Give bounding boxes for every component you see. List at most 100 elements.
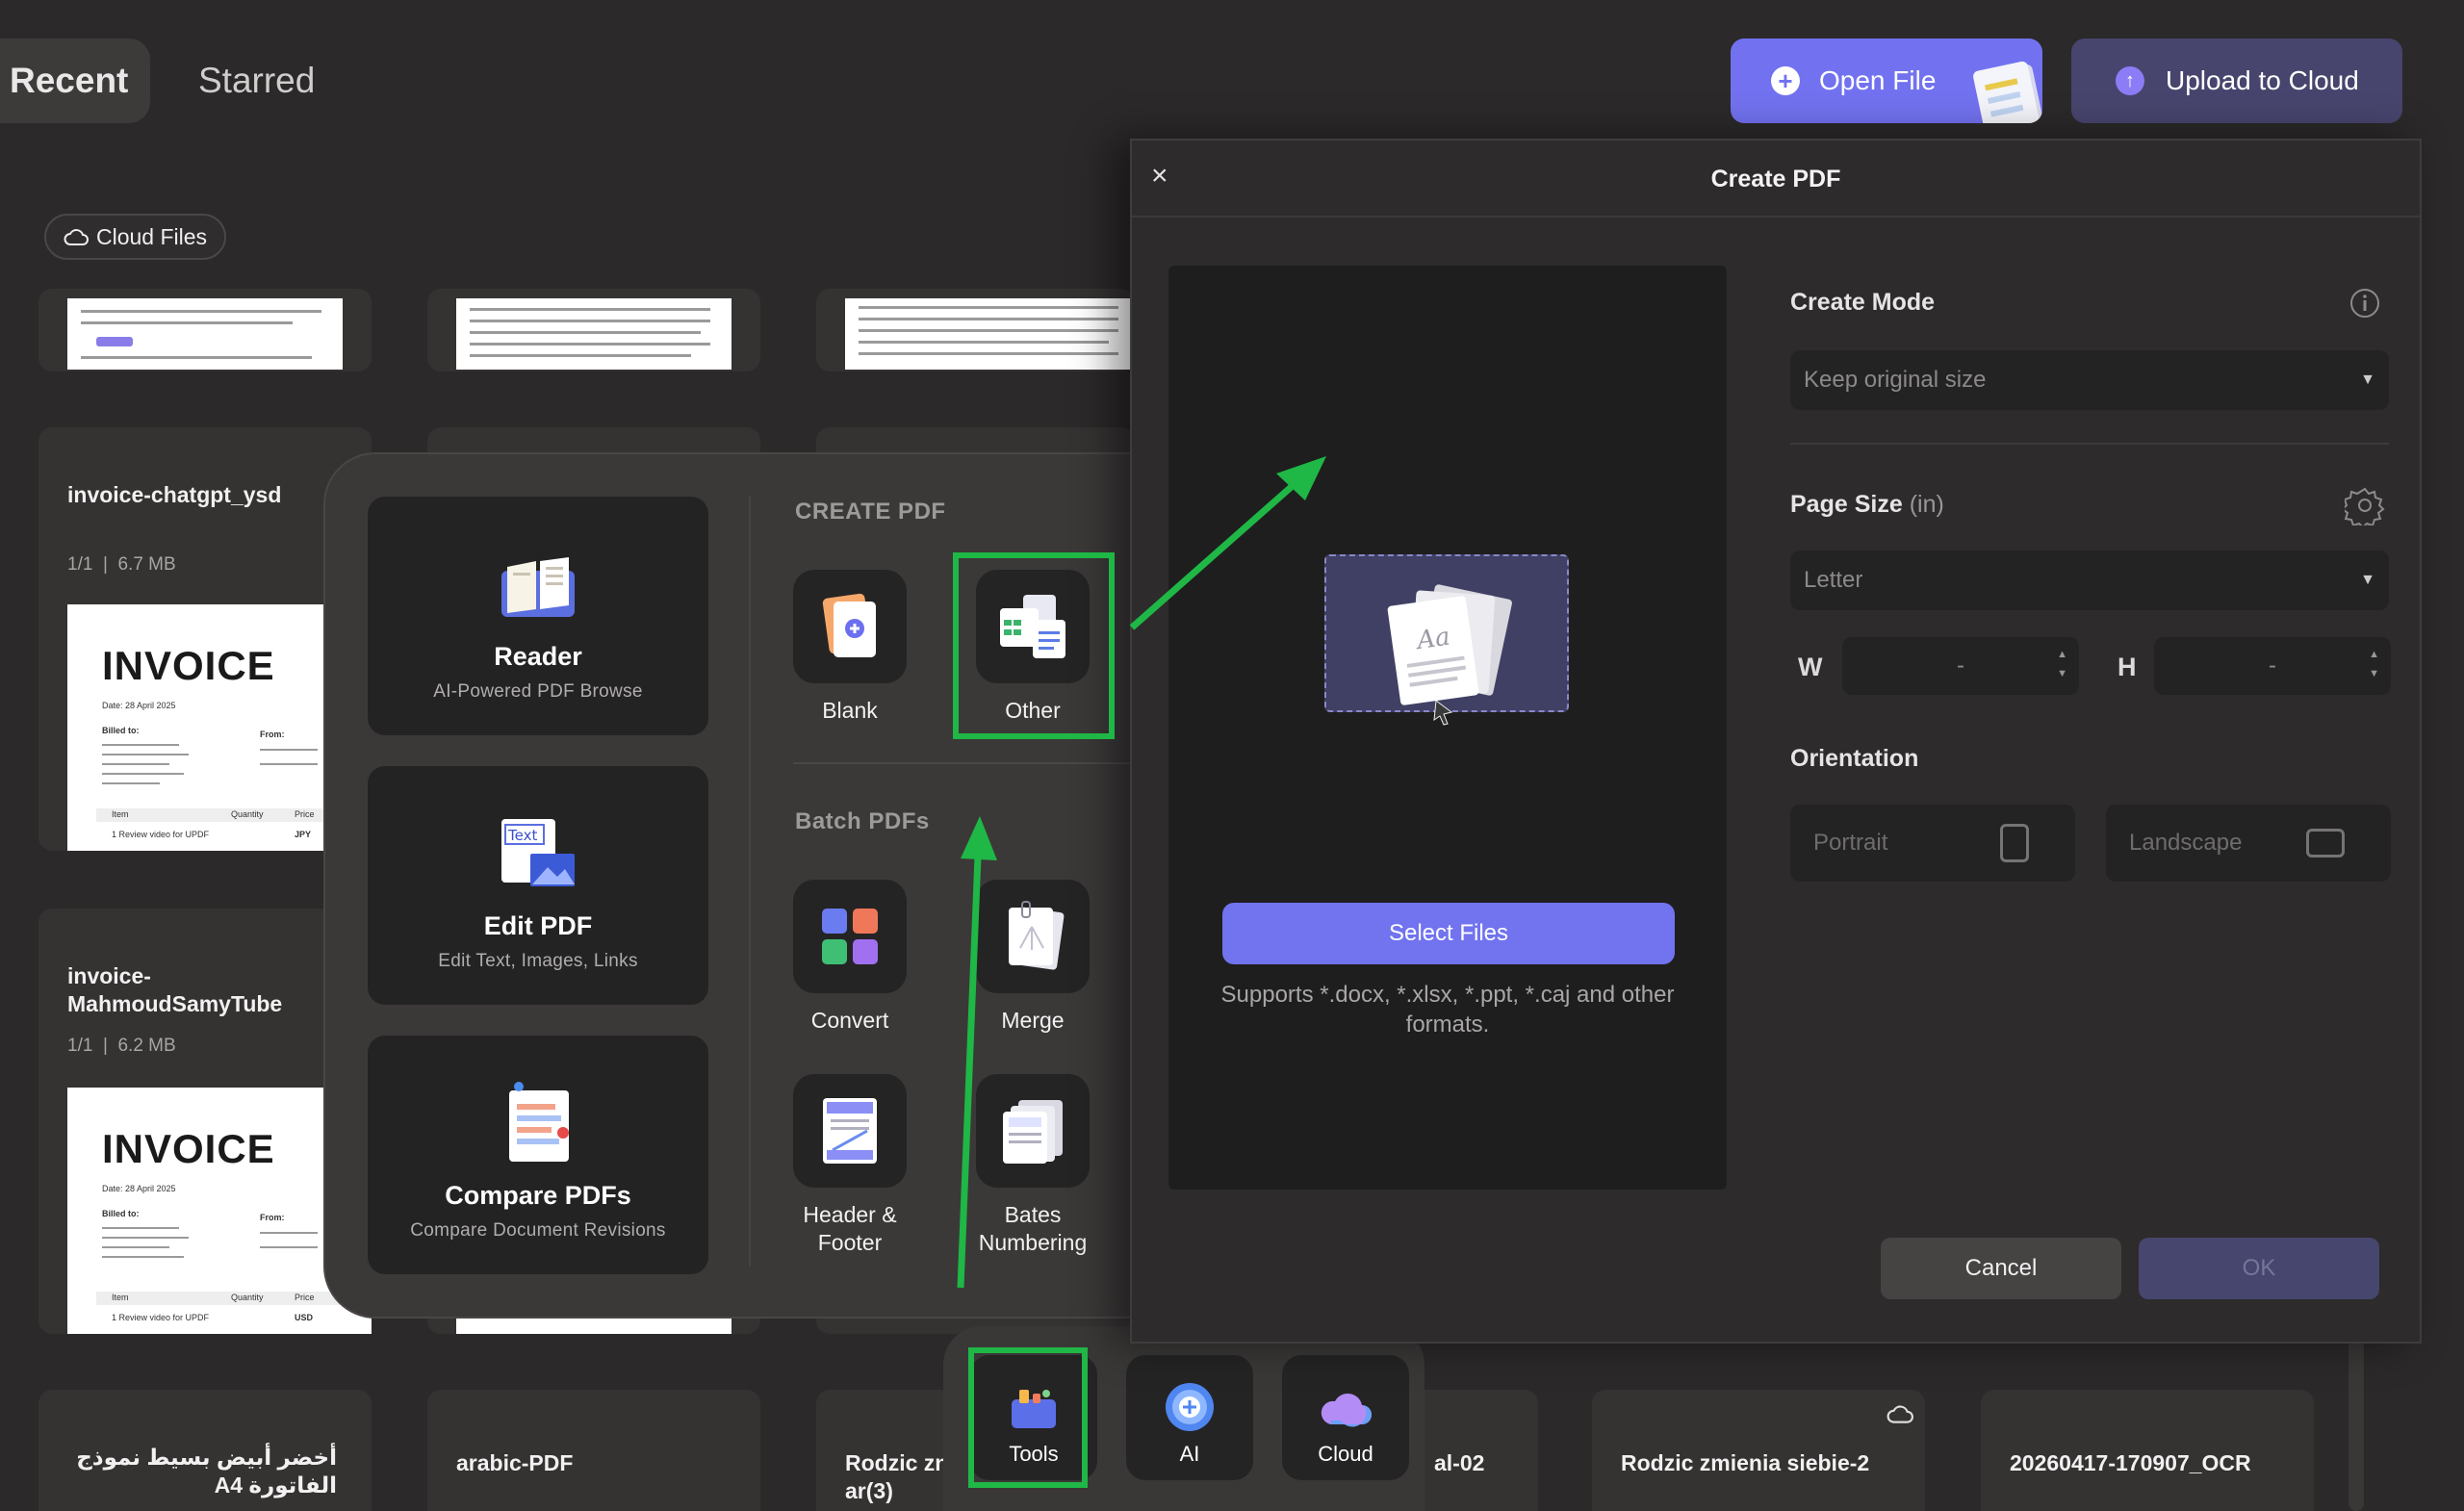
- page-size-label: Page Size (in): [1790, 491, 1944, 518]
- ok-button[interactable]: OK: [2139, 1238, 2379, 1299]
- stepper-icon[interactable]: ▲ ▼: [2057, 645, 2067, 683]
- ai-label: AI: [1179, 1442, 1200, 1466]
- compare-icon: [509, 1082, 569, 1162]
- header-footer-icon: [823, 1098, 877, 1164]
- ai-icon: [1166, 1383, 1214, 1431]
- create-mode-label: Create Mode: [1790, 289, 1936, 316]
- tab-recent[interactable]: Recent: [0, 38, 150, 123]
- cloud-files-label: Cloud Files: [96, 223, 208, 249]
- compare-title: Compare PDFs: [445, 1181, 631, 1210]
- cloud-files-filter[interactable]: Cloud Files: [44, 214, 227, 260]
- blank-label: Blank: [822, 698, 878, 723]
- cloud-icon: [1886, 1405, 1913, 1423]
- portrait-option[interactable]: Portrait: [1790, 805, 2075, 882]
- file-card[interactable]: [38, 289, 372, 371]
- cloud-label: Cloud: [1318, 1442, 1373, 1466]
- book-icon: [501, 557, 575, 617]
- convert-icon: [822, 909, 878, 964]
- merge-icon: [1009, 901, 1065, 970]
- portrait-page-icon: [2000, 824, 2029, 862]
- file-title: invoice-chatgpt_ysd: [67, 482, 282, 507]
- file-card-invoice-chatgpt[interactable]: invoice-chatgpt_ysd 1/1 | 6.7 MB INVOICE…: [38, 427, 372, 851]
- file-title: 20260417-170907_OCR: [2010, 1450, 2251, 1475]
- bates-numbering-label: Bates Numbering: [978, 1202, 1088, 1255]
- info-icon[interactable]: [2348, 287, 2381, 320]
- file-title: arabic-PDF: [456, 1450, 574, 1475]
- open-file-label: Open File: [1819, 65, 1937, 95]
- compare-pdfs-tile[interactable]: Compare PDFs Compare Document Revisions: [368, 1036, 708, 1274]
- edit-text-icon: Text: [501, 819, 575, 886]
- height-label: H: [2118, 653, 2137, 681]
- orientation-label: Orientation: [1790, 745, 1919, 772]
- file-title: أخضر أبيض بسيط نموذج الفاتورة A4: [76, 1445, 337, 1498]
- height-input[interactable]: - ▲ ▼: [2154, 637, 2391, 695]
- cancel-button[interactable]: Cancel: [1881, 1238, 2121, 1299]
- blank-tool[interactable]: Blank: [787, 570, 912, 725]
- convert-tool[interactable]: Convert: [787, 880, 912, 1035]
- divider: [1790, 443, 2389, 445]
- edit-pdf-subtitle: Edit Text, Images, Links: [438, 951, 638, 971]
- file-card[interactable]: [816, 289, 1134, 371]
- blank-page-icon: [822, 593, 876, 657]
- create-pdf-dialog: × Create PDF Aa Select Files Supports *.…: [1130, 139, 2422, 1344]
- reader-subtitle: AI-Powered PDF Browse: [433, 681, 643, 702]
- file-title: al-02: [1434, 1450, 1485, 1475]
- chevron-down-icon: ▼: [2360, 371, 2375, 388]
- file-drop-area[interactable]: Aa Select Files Supports *.docx, *.xlsx,…: [1168, 266, 1727, 1190]
- width-label: W: [1798, 653, 1823, 681]
- merge-label: Merge: [1001, 1008, 1065, 1033]
- dialog-title: Create PDF: [1710, 166, 1841, 192]
- file-card[interactable]: Rodzic zmienia siebie-2: [1592, 1390, 1925, 1511]
- file-thumbnail: [456, 298, 732, 370]
- supported-formats-text: Supports *.docx, *.xlsx, *.ppt, *.caj an…: [1220, 982, 1675, 1038]
- file-card[interactable]: 20260417-170907_OCR: [1981, 1390, 2314, 1511]
- open-file-button[interactable]: + Open File: [1731, 38, 2042, 123]
- file-title: Rodzic zmienia siebie-2: [1621, 1450, 1870, 1475]
- gear-icon[interactable]: [2345, 485, 2385, 525]
- file-meta: 1/1 | 6.2 MB: [67, 1036, 176, 1056]
- convert-label: Convert: [810, 1008, 889, 1033]
- file-thumbnail: [67, 298, 343, 370]
- reader-title: Reader: [494, 642, 582, 671]
- drop-zone[interactable]: Aa: [1324, 554, 1569, 726]
- document-deco-icon: [1971, 60, 2042, 123]
- batch-pdfs-heading: Batch PDFs: [795, 808, 930, 834]
- reader-tile[interactable]: Reader AI-Powered PDF Browse: [368, 497, 708, 735]
- stepper-icon[interactable]: ▲ ▼: [2369, 645, 2379, 683]
- file-card[interactable]: [427, 289, 760, 371]
- merge-tool[interactable]: Merge: [970, 880, 1095, 1035]
- scrollbar[interactable]: [2348, 1338, 2364, 1511]
- file-card[interactable]: أخضر أبيض بسيط نموذج الفاتورة A4: [38, 1390, 372, 1511]
- file-card[interactable]: arabic-PDF: [427, 1390, 760, 1511]
- file-thumbnail: [845, 298, 1134, 370]
- dialog-header: × Create PDF: [1132, 141, 2420, 218]
- upload-to-cloud-button[interactable]: ↑ Upload to Cloud: [2071, 38, 2402, 123]
- header-footer-tool[interactable]: Header & Footer: [787, 1074, 912, 1257]
- width-input[interactable]: - ▲ ▼: [1842, 637, 2079, 695]
- plus-icon: +: [1771, 66, 1800, 95]
- file-meta: 1/1 | 6.7 MB: [67, 554, 176, 575]
- bates-numbering-icon: [1003, 1100, 1063, 1164]
- cloud-icon: [64, 229, 89, 245]
- edit-pdf-title: Edit PDF: [483, 911, 593, 940]
- highlight-tools: [968, 1347, 1088, 1488]
- edit-pdf-tile[interactable]: Text Edit PDF Edit Text, Images, Links: [368, 766, 708, 1005]
- header-footer-label: Header & Footer: [803, 1202, 897, 1255]
- dock-ai[interactable]: AI: [1126, 1355, 1253, 1480]
- upload-arrow-icon: ↑: [2116, 66, 2144, 95]
- svg-text:Text: Text: [507, 827, 537, 844]
- bates-numbering-tool[interactable]: Bates Numbering: [970, 1074, 1095, 1257]
- select-files-button[interactable]: Select Files: [1222, 903, 1675, 964]
- create-pdf-heading: CREATE PDF: [795, 499, 946, 525]
- create-mode-select[interactable]: Keep original size ▼: [1790, 350, 2389, 410]
- cloud-icon: [1321, 1393, 1373, 1427]
- dock-cloud[interactable]: Cloud: [1282, 1355, 1409, 1480]
- page-size-select[interactable]: Letter ▼: [1790, 551, 2389, 610]
- upload-label: Upload to Cloud: [2166, 65, 2359, 95]
- documents-icon: Aa: [1387, 584, 1512, 726]
- panel-divider: [749, 497, 751, 1267]
- file-card-invoice-mahmoud[interactable]: invoice- MahmoudSamyTube 1/1 | 6.2 MB IN…: [38, 909, 372, 1334]
- tab-starred[interactable]: Starred: [198, 38, 315, 123]
- chevron-down-icon: ▼: [2360, 572, 2375, 588]
- landscape-option[interactable]: Landscape: [2106, 805, 2391, 882]
